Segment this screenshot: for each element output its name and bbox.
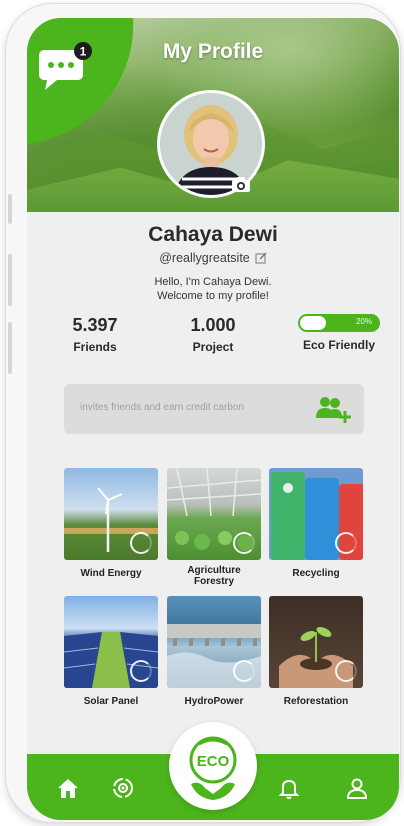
phone-side-button bbox=[8, 194, 12, 224]
progress-ring bbox=[233, 532, 255, 554]
profile-handle: @reallygreatsite bbox=[159, 251, 250, 265]
progress-ring bbox=[335, 532, 357, 554]
home-icon[interactable] bbox=[56, 776, 80, 800]
category-hydropower[interactable]: HydroPower bbox=[167, 596, 261, 707]
category-solar-panel[interactable]: Solar Panel bbox=[64, 596, 158, 707]
project-count: 1.000 bbox=[190, 315, 236, 335]
category-label: Wind Energy bbox=[80, 568, 142, 579]
progress-ring bbox=[130, 532, 152, 554]
friends-count: 5.397 bbox=[72, 315, 118, 335]
category-label: HydroPower bbox=[184, 696, 244, 707]
agriculture-image bbox=[167, 468, 261, 560]
reforestation-image bbox=[269, 596, 363, 688]
bio-line-2: Welcome to my profile! bbox=[157, 290, 269, 302]
category-label: Solar Panel bbox=[83, 696, 139, 707]
user-icon[interactable] bbox=[345, 776, 369, 800]
friends-label: Friends bbox=[73, 340, 117, 354]
friends-stat[interactable]: 5.397 Friends bbox=[57, 315, 133, 354]
eco-percent-text: 20% bbox=[355, 317, 372, 326]
category-recycling[interactable]: Recycling bbox=[269, 468, 363, 579]
profile-handle-row: @reallygreatsite bbox=[27, 251, 399, 265]
eco-friendly-label: Eco Friendly bbox=[302, 338, 376, 352]
edit-icon[interactable] bbox=[255, 252, 267, 264]
app-screen: 1 My Profile Cahaya Dewi @reallygreatsit… bbox=[27, 18, 399, 820]
add-user-icon[interactable] bbox=[314, 394, 352, 424]
phone-volume-up bbox=[8, 254, 12, 306]
progress-ring bbox=[335, 660, 357, 682]
wind-energy-image bbox=[64, 468, 158, 560]
recycling-image bbox=[269, 468, 363, 560]
project-stat[interactable]: 1.000 Project bbox=[175, 315, 251, 354]
category-label: Agriculture Forestry bbox=[187, 565, 241, 587]
hydropower-image bbox=[167, 596, 261, 688]
profile-bio: Hello, I'm Cahaya Dewi. Welcome to my pr… bbox=[27, 275, 399, 303]
eco-center-button[interactable]: ECO bbox=[169, 722, 257, 810]
phone-volume-down bbox=[8, 322, 12, 374]
bio-line-1: Hello, I'm Cahaya Dewi. bbox=[154, 276, 272, 288]
category-wind-energy[interactable]: Wind Energy bbox=[64, 468, 158, 579]
bell-icon[interactable] bbox=[277, 776, 301, 800]
progress-ring bbox=[130, 660, 152, 682]
page-title: My Profile bbox=[162, 40, 264, 63]
invite-friends-bar[interactable]: invites friends and earn credit carbon bbox=[64, 384, 364, 434]
category-label: Reforestation bbox=[283, 696, 349, 707]
recycle-icon[interactable] bbox=[111, 776, 135, 800]
project-label: Project bbox=[192, 340, 234, 354]
profile-name: Cahaya Dewi bbox=[148, 223, 278, 246]
eco-logo-icon: ECO bbox=[189, 736, 237, 800]
invite-placeholder: invites friends and earn credit carbon bbox=[80, 402, 244, 413]
eco-badge-text: ECO bbox=[197, 753, 230, 770]
camera-icon[interactable] bbox=[231, 176, 251, 193]
category-label: Recycling bbox=[292, 568, 340, 579]
eco-progress-knob bbox=[300, 316, 326, 330]
phone-frame: 1 My Profile Cahaya Dewi @reallygreatsit… bbox=[6, 4, 400, 822]
solar-panel-image bbox=[64, 596, 158, 688]
category-reforestation[interactable]: Reforestation bbox=[269, 596, 363, 707]
category-agriculture-forestry[interactable]: Agriculture Forestry bbox=[167, 468, 261, 587]
eco-friendly-progress: 20% bbox=[298, 314, 380, 332]
progress-ring bbox=[233, 660, 255, 682]
